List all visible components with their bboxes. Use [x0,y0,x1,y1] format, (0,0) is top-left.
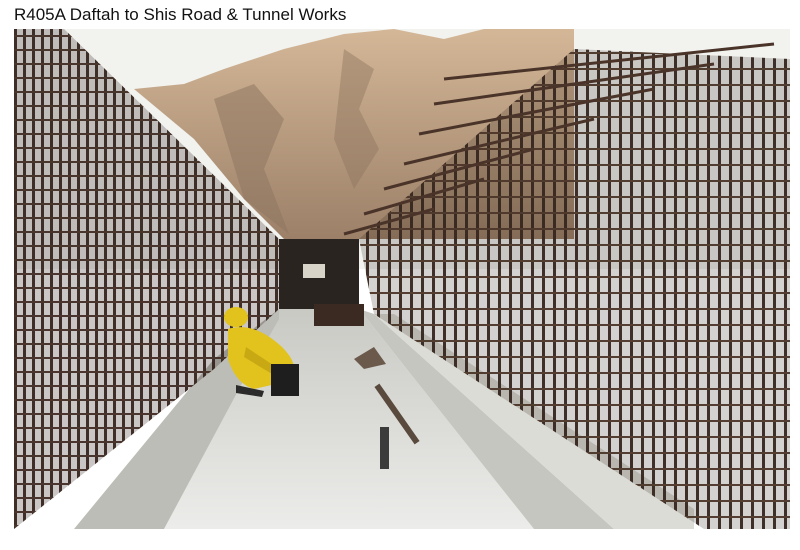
construction-photo [14,29,790,529]
photo-illustration [14,29,790,529]
tunnel-light [303,264,325,278]
rebar-stack [314,304,364,326]
pipe [380,427,389,469]
image-caption: R405A Daftah to Shis Road & Tunnel Works [14,5,347,24]
